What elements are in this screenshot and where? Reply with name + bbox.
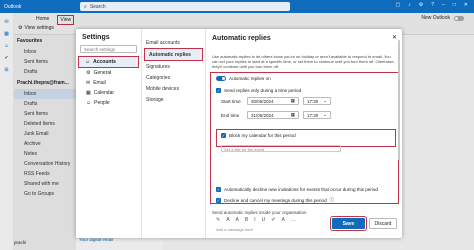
end-time-picker[interactable]: 17:30 ⌄: [303, 111, 331, 119]
auto-replies-toggle-row: Automatic replies on: [216, 76, 271, 81]
message-editor[interactable]: Add a message here: [216, 227, 253, 232]
start-date-picker[interactable]: 30/05/2024 ▦: [247, 97, 299, 105]
end-time-label: End time: [221, 113, 240, 118]
person-icon: ☺: [85, 59, 91, 65]
settings-nav: Settings Search settings ☺ Accounts ⚙ Ge…: [76, 29, 142, 238]
highlight-icon[interactable]: ✐: [271, 217, 275, 223]
settings-title: Settings: [82, 34, 110, 41]
app-title: Outlook: [4, 3, 22, 10]
subnav-automatic-replies[interactable]: Automatic replies: [144, 48, 203, 61]
calendar-icon[interactable]: ▦: [3, 31, 11, 37]
font-icon[interactable]: A: [226, 217, 229, 223]
auto-replies-toggle[interactable]: [216, 76, 226, 81]
help-icon[interactable]: ?: [431, 2, 434, 8]
settings-nav-general[interactable]: ⚙ General: [76, 68, 141, 78]
panel-description: Use automatic replies to let others know…: [212, 54, 395, 69]
end-date-picker[interactable]: 31/05/2024 ▦: [247, 111, 299, 119]
decline-meetings-checkbox[interactable]: ✓: [216, 197, 221, 203]
event-title-input[interactable]: Set a title for the event: [221, 145, 341, 152]
settings-nav-people[interactable]: ☺ People: [76, 98, 141, 108]
discard-button[interactable]: Discard: [369, 218, 397, 229]
decline-invitations-row: ✓ Automatically decline new invitations …: [216, 187, 378, 192]
subnav-email-accounts[interactable]: Email accounts: [142, 37, 205, 48]
titlebar-icons: ▢ ♪ ⚙ ? – □ ✕: [395, 2, 468, 8]
todo-icon[interactable]: ✔: [3, 55, 11, 61]
close-icon[interactable]: ✕: [392, 34, 397, 41]
font-color-icon[interactable]: A: [281, 217, 284, 223]
settings-nav-calendar[interactable]: ▦ Calendar: [76, 88, 141, 98]
search-icon: ⌕: [84, 3, 87, 10]
calendar-icon: ▦: [86, 90, 91, 96]
info-icon: ⓘ: [329, 197, 335, 202]
start-time-label: Start time: [221, 99, 241, 104]
subnav-categories[interactable]: Categories: [142, 72, 205, 83]
decline-meetings-row: ✓ Decline and cancel my meetings during …: [216, 197, 335, 203]
bell-icon[interactable]: ♪: [408, 2, 411, 8]
underline-icon[interactable]: U: [262, 217, 266, 223]
maximize-icon[interactable]: □: [453, 2, 456, 8]
chat-icon[interactable]: ▢: [395, 2, 400, 8]
apps-icon[interactable]: ⊞: [3, 67, 11, 73]
more-icon[interactable]: …: [291, 217, 296, 223]
italic-icon[interactable]: I: [254, 217, 255, 223]
search-input[interactable]: ⌕ Search: [80, 2, 290, 11]
decline-invitations-checkbox[interactable]: ✓: [216, 187, 221, 192]
gear-icon: ⚙: [86, 70, 91, 76]
settings-search-input[interactable]: Search settings: [80, 45, 137, 53]
app-rail: ✉ ▦ ☺ ✔ ⊞: [0, 13, 14, 250]
editor-toolbar: ✎ A A B I U ✐ A …: [216, 217, 296, 223]
mail-icon: ✉: [86, 80, 91, 86]
pen-icon[interactable]: ✎: [216, 217, 220, 223]
minimize-icon[interactable]: –: [442, 2, 445, 8]
subnav-mobile-devices[interactable]: Mobile devices: [142, 83, 205, 94]
settings-dialog: Settings Search settings ☺ Accounts ⚙ Ge…: [76, 29, 402, 238]
start-time-picker[interactable]: 17:30 ⌄: [303, 97, 331, 105]
time-period-checkbox[interactable]: ✓: [216, 88, 221, 93]
people-icon[interactable]: ☺: [3, 43, 11, 49]
mail-icon[interactable]: ✉: [3, 19, 11, 25]
calendar-icon: ▦: [290, 112, 295, 117]
people-icon: ☺: [86, 100, 92, 106]
chevron-down-icon: ⌄: [323, 98, 327, 103]
block-calendar-checkbox[interactable]: ✓: [221, 133, 226, 138]
title-bar: Outlook ⌕ Search ▢ ♪ ⚙ ? – □ ✕: [0, 0, 474, 13]
settings-scrollbar[interactable]: [398, 40, 400, 160]
subnav-signatures[interactable]: Signatures: [142, 61, 205, 72]
font-size-icon[interactable]: A: [236, 217, 239, 223]
save-button[interactable]: Save: [330, 216, 367, 231]
settings-nav-accounts[interactable]: ☺ Accounts: [78, 56, 139, 68]
block-calendar-row: ✓ Block my calendar for this period: [221, 133, 296, 138]
close-icon[interactable]: ✕: [464, 2, 468, 8]
panel-heading: Automatic replies: [212, 35, 271, 42]
time-period-row: ✓ Send replies only during a time period: [216, 88, 302, 93]
settings-subnav: Email accounts Automatic replies Signatu…: [142, 29, 206, 238]
chevron-down-icon: ⌄: [323, 112, 327, 117]
settings-nav-email[interactable]: ✉ Email: [76, 78, 141, 88]
subnav-storage[interactable]: Storage: [142, 94, 205, 105]
automatic-replies-panel: Automatic replies ✕ Use automatic replie…: [206, 29, 402, 238]
gear-icon[interactable]: ⚙: [419, 2, 423, 8]
inside-org-label: Send automatic replies inside your organ…: [212, 210, 307, 215]
calendar-icon: ▦: [290, 98, 295, 103]
bold-icon[interactable]: B: [245, 217, 248, 223]
